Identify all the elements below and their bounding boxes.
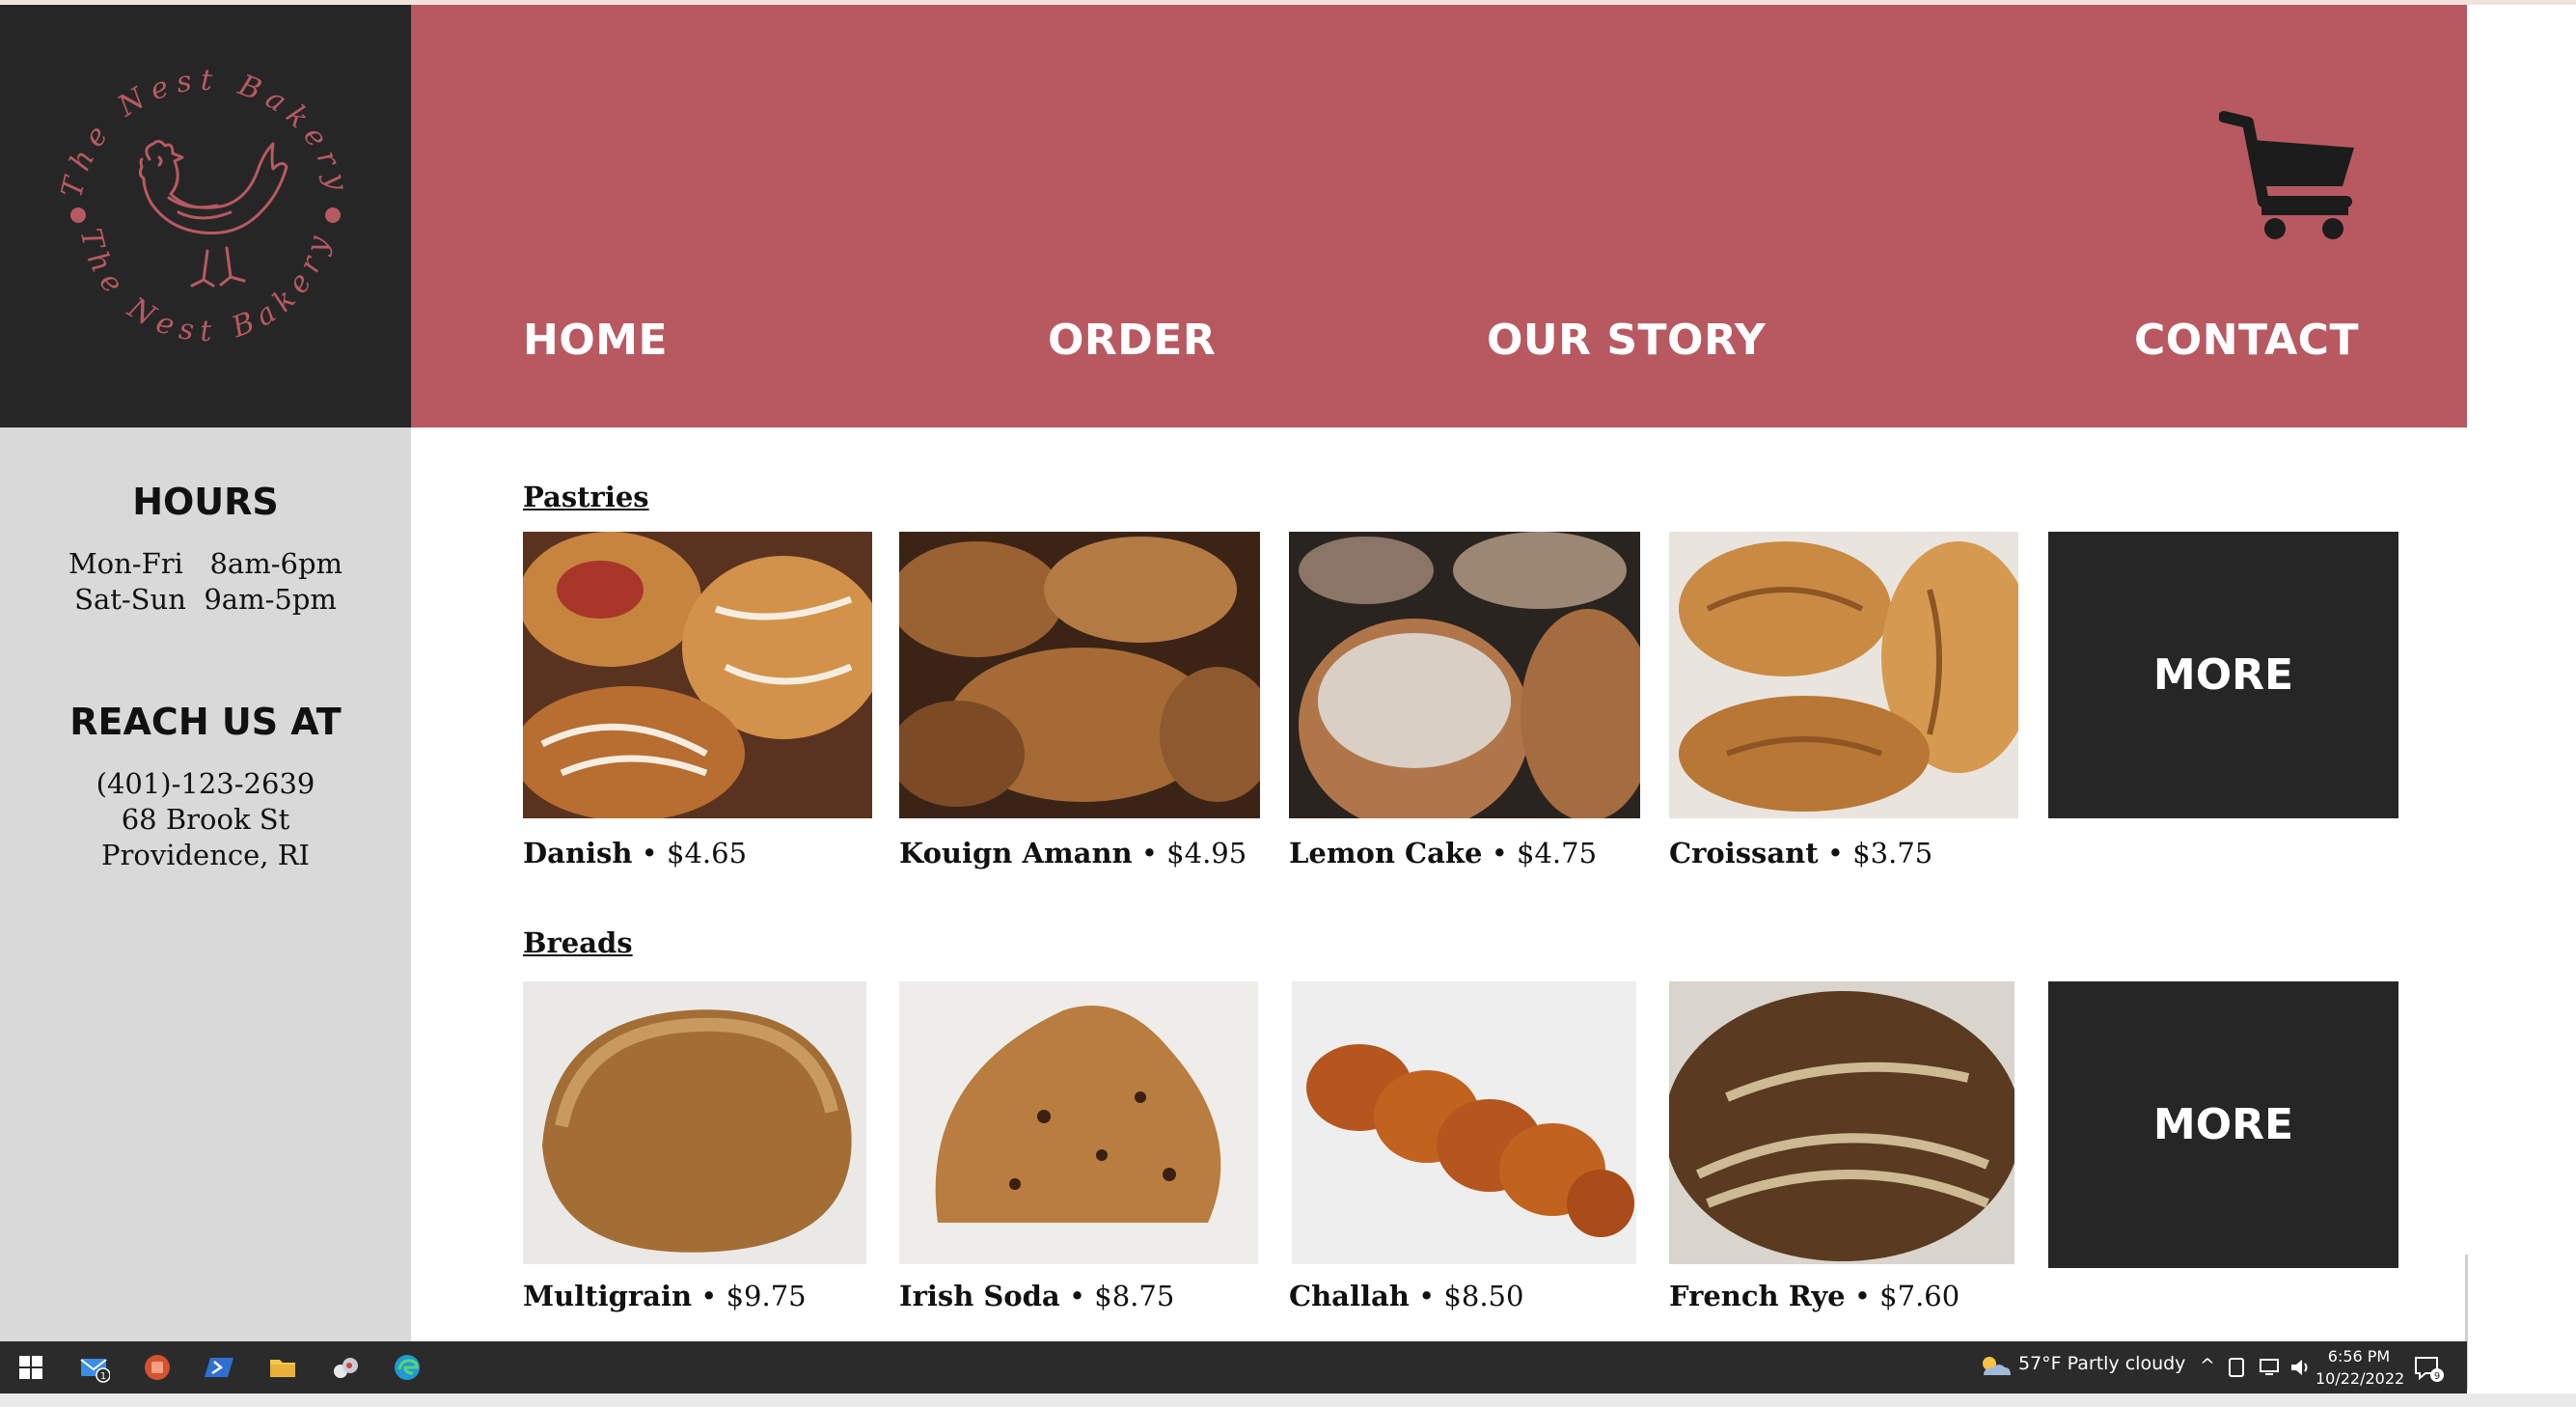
hours-weekdays: Mon-Fri 8am-6pm xyxy=(68,547,343,580)
edge-browser-icon[interactable] xyxy=(392,1352,423,1383)
right-margin xyxy=(2467,5,2576,1341)
product-name: Irish Soda xyxy=(899,1280,1060,1312)
nav-contact[interactable]: CONTACT xyxy=(2134,316,2359,365)
logo-text-top: The Nest Bakery xyxy=(55,64,348,201)
caption-french-rye: French Rye • $7.60 xyxy=(1669,1280,1959,1312)
caption-croissant: Croissant • $3.75 xyxy=(1669,837,1932,869)
croissant-image xyxy=(1669,532,2018,818)
caption-kouign-amann: Kouign Amann • $4.95 xyxy=(899,837,1247,869)
caption-irish-soda: Irish Soda • $8.75 xyxy=(899,1280,1174,1312)
product-price: • $4.95 xyxy=(1140,837,1247,869)
svg-text:The Nest Bakery: The Nest Bakery xyxy=(55,64,356,201)
product-card-kouign-amann[interactable] xyxy=(899,532,1260,818)
volume-icon[interactable] xyxy=(2288,1356,2312,1379)
product-card-challah[interactable] xyxy=(1292,981,1636,1264)
french-rye-image xyxy=(1669,981,2014,1264)
product-name: Danish xyxy=(523,837,633,869)
file-explorer-icon[interactable] xyxy=(267,1352,298,1383)
shopping-cart-icon[interactable] xyxy=(2219,109,2364,244)
product-name: Croissant xyxy=(1669,837,1819,869)
nav-our-story[interactable]: OUR STORY xyxy=(1487,316,1766,365)
caption-multigrain: Multigrain • $9.75 xyxy=(523,1280,807,1312)
product-price: • $4.65 xyxy=(641,837,748,869)
logo-dot-right xyxy=(325,207,341,223)
kouign-amann-image xyxy=(899,532,1260,818)
product-card-croissant[interactable] xyxy=(1669,532,2018,818)
bottom-strip xyxy=(0,1393,2576,1407)
product-name: Lemon Cake xyxy=(1289,837,1483,869)
windows-taskbar: 1 57°F Partly cloudy ^ 6:56 PM 10/22/202… xyxy=(0,1341,2467,1393)
danish-image xyxy=(523,532,872,818)
product-catalog: Pastries MORE Danish • $4.65 Kouign Aman… xyxy=(411,428,2467,1341)
product-card-french-rye[interactable] xyxy=(1669,981,2014,1264)
clock[interactable]: 6:56 PM 10/22/2022 xyxy=(2316,1345,2405,1390)
chevron-up-icon[interactable]: ^ xyxy=(2200,1355,2215,1376)
logo-text-bottom: The Nest Bakery xyxy=(73,225,331,348)
product-card-danish[interactable] xyxy=(523,532,872,818)
city-address: Providence, RI xyxy=(100,839,311,871)
partly-cloudy-icon[interactable] xyxy=(1978,1352,2011,1383)
product-name: French Rye xyxy=(1669,1280,1846,1312)
product-name: Multigrain xyxy=(523,1280,693,1312)
reach-us-heading: REACH US AT xyxy=(69,701,342,743)
nav-order[interactable]: ORDER xyxy=(1048,316,1216,365)
windows-start-icon[interactable] xyxy=(15,1352,46,1383)
bakery-app-window: The Nest Bakery The Nest Bakery HOME ORD… xyxy=(0,0,2576,1407)
lemon-cake-image xyxy=(1289,532,1640,818)
logo-dot-left xyxy=(70,207,86,223)
breads-more-button[interactable]: MORE xyxy=(2048,981,2398,1268)
clock-time: 6:56 PM xyxy=(2327,1347,2391,1366)
clock-date: 10/22/2022 xyxy=(2316,1369,2405,1388)
street-address: 68 Brook St xyxy=(121,803,290,836)
office-app-icon[interactable] xyxy=(142,1352,173,1383)
info-sidebar: HOURS Mon-Fri 8am-6pm Sat-Sun 9am-5pm RE… xyxy=(0,428,411,1341)
challah-image xyxy=(1292,981,1636,1264)
hours-weekend: Sat-Sun 9am-5pm xyxy=(74,583,337,616)
irish-soda-image xyxy=(899,981,1258,1264)
svg-text:The Nest Bakery: The Nest Bakery xyxy=(73,225,339,348)
mail-icon[interactable]: 1 xyxy=(79,1352,110,1383)
product-name: Challah xyxy=(1289,1280,1410,1312)
product-price: • $3.75 xyxy=(1826,837,1933,869)
caption-danish: Danish • $4.65 xyxy=(523,837,747,869)
hen-icon xyxy=(138,139,288,288)
product-price: • $4.75 xyxy=(1491,837,1598,869)
breads-title: Breads xyxy=(523,926,633,959)
nav-home[interactable]: HOME xyxy=(523,316,668,365)
caption-lemon-cake: Lemon Cake • $4.75 xyxy=(1289,837,1597,869)
logo-panel[interactable]: The Nest Bakery The Nest Bakery xyxy=(0,5,411,428)
product-price: • $7.60 xyxy=(1853,1280,1960,1312)
weather-text[interactable]: 57°F Partly cloudy xyxy=(2018,1353,2185,1374)
mail-badge: 1 xyxy=(100,1371,106,1382)
pastries-title: Pastries xyxy=(523,481,649,513)
phone-number[interactable]: (401)-123-2639 xyxy=(0,767,411,800)
snipping-tool-icon[interactable] xyxy=(330,1352,361,1383)
powershell-icon[interactable] xyxy=(205,1352,235,1383)
network-icon[interactable] xyxy=(2258,1356,2281,1379)
product-price: • $8.75 xyxy=(1068,1280,1175,1312)
notification-badge: 9 xyxy=(2434,1371,2440,1382)
product-price: • $9.75 xyxy=(700,1280,807,1312)
hours-heading: HOURS xyxy=(132,481,279,523)
product-card-lemon-cake[interactable] xyxy=(1289,532,1640,818)
notification-icon[interactable]: 9 xyxy=(2412,1352,2445,1383)
pastries-more-button[interactable]: MORE xyxy=(2048,532,2398,818)
caption-challah: Challah • $8.50 xyxy=(1289,1280,1523,1312)
multigrain-image xyxy=(523,981,866,1264)
product-card-irish-soda[interactable] xyxy=(899,981,1258,1264)
site-header: HOME ORDER OUR STORY CONTACT xyxy=(411,5,2467,428)
product-name: Kouign Amann xyxy=(899,837,1133,869)
bakery-logo[interactable]: The Nest Bakery The Nest Bakery xyxy=(43,53,368,377)
product-card-multigrain[interactable] xyxy=(523,981,866,1264)
device-icon[interactable] xyxy=(2227,1356,2248,1379)
product-price: • $8.50 xyxy=(1418,1280,1524,1312)
